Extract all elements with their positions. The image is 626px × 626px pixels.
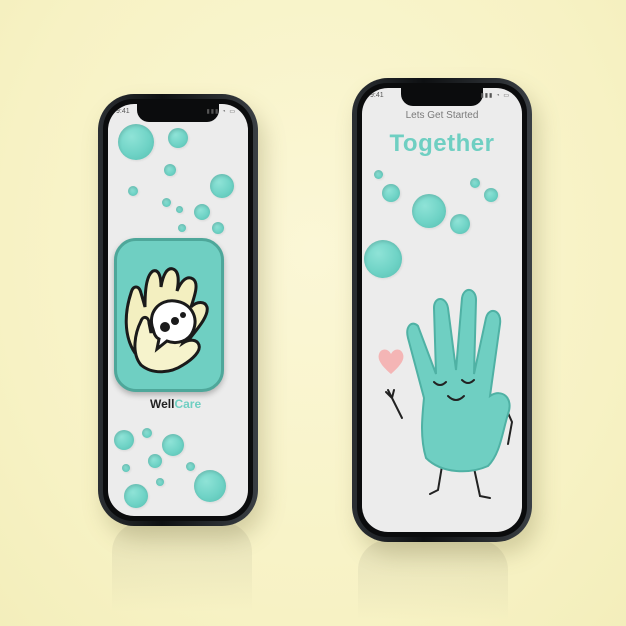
mockup-canvas: { "phones": [ { "status_time": "9:41", "… bbox=[0, 0, 626, 626]
decor-bubble bbox=[364, 240, 402, 278]
decor-bubble bbox=[382, 184, 400, 202]
phone-right-screen: 9:41 ▮▮▮ ◔ ▭ Lets Get Started Together bbox=[362, 88, 522, 532]
notch bbox=[401, 88, 483, 106]
decor-bubble bbox=[412, 194, 446, 228]
phone-right-reflection bbox=[358, 540, 508, 620]
decor-bubble bbox=[450, 214, 470, 234]
status-icons: ▮▮▮ ◔ ▭ bbox=[480, 93, 510, 99]
headline: Together bbox=[389, 130, 495, 157]
decor-bubble bbox=[484, 188, 498, 202]
decor-bubble bbox=[374, 170, 383, 179]
status-time: 9:41 bbox=[370, 92, 384, 99]
hand-character-icon bbox=[385, 289, 514, 499]
phone-right: 9:41 ▮▮▮ ◔ ▭ Lets Get Started Together bbox=[0, 0, 626, 626]
intro-text: Lets Get Started bbox=[405, 110, 479, 121]
decor-bubble bbox=[470, 178, 480, 188]
